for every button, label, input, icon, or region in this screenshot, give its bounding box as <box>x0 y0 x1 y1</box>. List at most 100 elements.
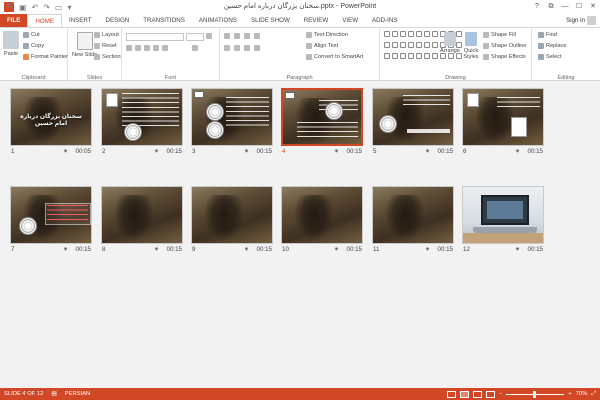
shape-icon[interactable] <box>408 53 414 59</box>
shape-icon[interactable] <box>408 31 414 37</box>
bold-button[interactable] <box>126 45 132 51</box>
start-from-beginning-icon[interactable]: ▭ <box>55 3 63 12</box>
shape-icon[interactable] <box>384 42 390 48</box>
slide-7[interactable]: 7 ✷ 00:15 <box>10 186 92 256</box>
slide-8[interactable]: 8 ✷ 00:15 <box>101 186 183 256</box>
tab-slide-show[interactable]: SLIDE SHOW <box>244 14 297 27</box>
slide-sorter-view-button[interactable] <box>459 390 469 398</box>
slide-3[interactable]: 3 ✷ 00:15 <box>191 88 273 158</box>
italic-button[interactable] <box>135 45 141 51</box>
shape-fill-button[interactable]: Shape Fill <box>483 32 516 38</box>
slide-4[interactable]: 4 ✷ 00:15 <box>281 88 363 158</box>
tab-file[interactable]: FILE <box>0 14 28 27</box>
bullets-button[interactable] <box>224 33 230 39</box>
slide-5[interactable]: 5 ✷ 00:15 <box>372 88 454 158</box>
convert-smartart-button[interactable]: Convert to SmartArt <box>306 54 363 60</box>
sign-in-link[interactable]: Sign in <box>566 14 600 27</box>
tab-add-ins[interactable]: ADD-INS <box>365 14 404 27</box>
reading-view-button[interactable] <box>472 390 482 398</box>
redo-icon[interactable]: ↷ <box>43 3 50 12</box>
slide-thumbnail[interactable] <box>10 186 92 244</box>
tab-view[interactable]: VIEW <box>335 14 365 27</box>
animation-star-icon[interactable]: ✷ <box>334 246 339 253</box>
align-left-button[interactable] <box>224 45 230 51</box>
save-icon[interactable]: ▣ <box>19 3 27 12</box>
animation-star-icon[interactable]: ✷ <box>63 148 68 155</box>
paste-button[interactable]: Paste <box>3 31 19 57</box>
minimize-button[interactable]: — <box>558 0 572 14</box>
shape-icon[interactable] <box>432 31 438 37</box>
shape-icon[interactable] <box>384 31 390 37</box>
slide-thumbnail[interactable] <box>281 186 363 244</box>
zoom-slider[interactable] <box>506 390 565 398</box>
font-size-dropdown[interactable] <box>186 33 204 41</box>
font-color-button[interactable] <box>192 45 198 51</box>
zoom-out-button[interactable]: − <box>499 391 502 397</box>
slide-thumbnail[interactable] <box>372 88 454 146</box>
decrease-indent-button[interactable] <box>244 33 250 39</box>
ribbon-display-options-button[interactable]: ⧉ <box>544 0 558 14</box>
align-right-button[interactable] <box>244 45 250 51</box>
slide-thumbnail[interactable] <box>101 186 183 244</box>
animation-star-icon[interactable]: ✷ <box>515 148 520 155</box>
align-text-button[interactable]: Align Text <box>306 43 338 49</box>
animation-star-icon[interactable]: ✷ <box>154 148 159 155</box>
font-name-dropdown[interactable] <box>126 33 184 41</box>
slide-show-view-button[interactable] <box>485 390 495 398</box>
shape-icon[interactable] <box>432 53 438 59</box>
shape-icon[interactable] <box>416 31 422 37</box>
shape-icon[interactable] <box>432 42 438 48</box>
animation-star-icon[interactable]: ✷ <box>515 246 520 253</box>
replace-button[interactable]: Replace <box>538 43 567 49</box>
close-button[interactable]: ✕ <box>586 0 600 14</box>
find-button[interactable]: Find <box>538 32 557 38</box>
zoom-in-button[interactable]: + <box>568 391 571 397</box>
animation-star-icon[interactable]: ✷ <box>244 148 249 155</box>
justify-button[interactable] <box>254 45 260 51</box>
shape-icon[interactable] <box>392 31 398 37</box>
animation-star-icon[interactable]: ✷ <box>63 246 68 253</box>
normal-view-button[interactable] <box>446 390 456 398</box>
animation-star-icon[interactable]: ✷ <box>425 246 430 253</box>
shape-icon[interactable] <box>392 53 398 59</box>
slide-thumbnail[interactable] <box>101 88 183 146</box>
tab-design[interactable]: DESIGN <box>99 14 137 27</box>
layout-button[interactable]: Layout <box>94 32 119 38</box>
shape-icon[interactable] <box>392 42 398 48</box>
maximize-button[interactable]: ☐ <box>572 0 586 14</box>
tab-home[interactable]: HOME <box>27 14 62 27</box>
animation-star-icon[interactable]: ✷ <box>154 246 159 253</box>
shape-icon[interactable] <box>416 53 422 59</box>
animation-star-icon[interactable]: ✷ <box>334 148 339 155</box>
increase-indent-button[interactable] <box>254 33 260 39</box>
undo-icon[interactable]: ↶ <box>32 3 39 12</box>
slide-thumbnail[interactable] <box>462 88 544 146</box>
shape-icon[interactable] <box>416 42 422 48</box>
slide-11[interactable]: 11 ✷ 00:15 <box>372 186 454 256</box>
shape-icon[interactable] <box>424 53 430 59</box>
slide-1[interactable]: سخنان بزرگان درباره امام حسین 1 ✷ 00:05 <box>10 88 92 158</box>
shape-icon[interactable] <box>408 42 414 48</box>
shape-icon[interactable] <box>384 53 390 59</box>
language-indicator[interactable]: PERSIAN <box>65 391 90 397</box>
shape-outline-button[interactable]: Shape Outline <box>483 43 526 49</box>
tab-review[interactable]: REVIEW <box>297 14 335 27</box>
slide-thumbnail[interactable] <box>191 186 273 244</box>
text-direction-button[interactable]: Text Direction <box>306 32 348 38</box>
section-button[interactable]: Section <box>94 54 121 60</box>
shape-icon[interactable] <box>400 53 406 59</box>
help-button[interactable]: ? <box>530 0 544 14</box>
animation-star-icon[interactable]: ✷ <box>244 246 249 253</box>
reset-button[interactable]: Reset <box>94 43 117 49</box>
select-button[interactable]: Select <box>538 54 562 60</box>
slide-10[interactable]: 10 ✷ 00:15 <box>281 186 363 256</box>
slide-thumbnail[interactable] <box>462 186 544 244</box>
tab-transitions[interactable]: TRANSITIONS <box>136 14 192 27</box>
animation-star-icon[interactable]: ✷ <box>425 148 430 155</box>
underline-button[interactable] <box>144 45 150 51</box>
strikethrough-button[interactable] <box>162 45 168 51</box>
format-painter-button[interactable]: Format Painter <box>23 54 68 60</box>
shape-effects-button[interactable]: Shape Effects <box>483 54 526 60</box>
shape-icon[interactable] <box>424 31 430 37</box>
slide-thumbnail-selected[interactable] <box>281 88 363 146</box>
